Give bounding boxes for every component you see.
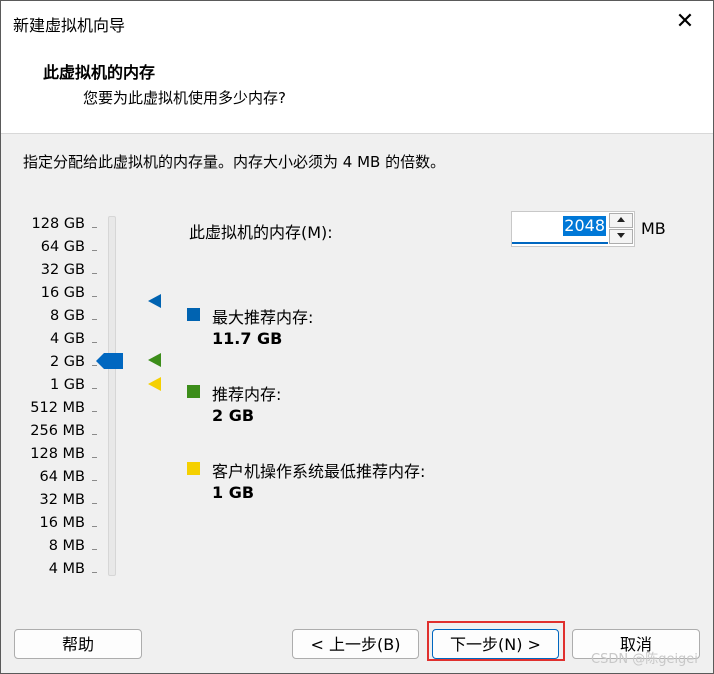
window-title: 新建虚拟机向导 [13, 16, 126, 35]
chevron-down-icon [617, 233, 625, 238]
scale-label: 16 MB [39, 515, 85, 531]
scale-tick [92, 250, 97, 251]
scale-tick [92, 549, 97, 550]
scale-label: 64 MB [39, 469, 85, 485]
scale-tick [92, 457, 97, 458]
chevron-up-icon [617, 217, 625, 222]
close-icon[interactable]: ✕ [673, 9, 697, 34]
scale-tick [92, 503, 97, 504]
scale-label: 8 MB [48, 538, 85, 554]
scale-tick [92, 273, 97, 274]
wizard-window: 新建虚拟机向导 ✕ 此虚拟机的内存 您要为此虚拟机使用多少内存? 指定分配给此虚… [0, 0, 714, 674]
guest-min-marker-icon [148, 377, 161, 391]
scale-label: 512 MB [30, 400, 85, 416]
scale-tick [92, 296, 97, 297]
scale-tick [92, 434, 97, 435]
max-recommended-value: 11.7 GB [212, 329, 283, 348]
scale-label: 4 GB [49, 331, 85, 347]
watermark: CSDN @陈geigei [591, 652, 698, 667]
scale-label: 64 GB [40, 239, 85, 255]
next-button[interactable]: 下一步(N) > [432, 629, 559, 659]
recommended-label: 推荐内存: [212, 385, 282, 404]
scale-tick [92, 411, 97, 412]
title-bar: 新建虚拟机向导 ✕ [1, 1, 713, 45]
scale-label: 32 MB [39, 492, 85, 508]
scale-tick [92, 526, 97, 527]
scale-tick [92, 480, 97, 481]
scale-tick [92, 388, 97, 389]
memory-unit: MB [641, 219, 666, 238]
scale-label: 32 GB [40, 262, 85, 278]
help-button[interactable]: 帮助 [14, 629, 142, 659]
memory-spinbox[interactable]: 2048 [511, 211, 635, 247]
recommended-swatch [187, 385, 200, 398]
guest-min-label: 客户机操作系统最低推荐内存: [212, 462, 426, 481]
wizard-header: 此虚拟机的内存 您要为此虚拟机使用多少内存? [1, 45, 713, 134]
increment-button[interactable] [609, 213, 633, 228]
recommended-marker-icon [148, 353, 161, 367]
recommended-value: 2 GB [212, 406, 255, 425]
scale-label: 16 GB [40, 285, 85, 301]
scale-label: 1 GB [49, 377, 85, 393]
memory-label: 此虚拟机的内存(M): [189, 223, 333, 242]
page-subtitle: 您要为此虚拟机使用多少内存? [83, 89, 286, 107]
decrement-button[interactable] [609, 229, 633, 244]
memory-value[interactable]: 2048 [563, 216, 606, 236]
max-recommended-swatch [187, 308, 200, 321]
memory-slider-track[interactable] [108, 216, 116, 576]
scale-tick [92, 227, 97, 228]
page-title: 此虚拟机的内存 [43, 63, 156, 82]
max-recommended-label: 最大推荐内存: [212, 308, 314, 327]
guest-min-value: 1 GB [212, 483, 255, 502]
scale-tick [92, 342, 97, 343]
scale-tick [92, 572, 97, 573]
memory-slider-thumb[interactable] [96, 353, 124, 369]
scale-tick [92, 319, 97, 320]
instructions-text: 指定分配给此虚拟机的内存量。内存大小必须为 4 MB 的倍数。 [23, 153, 446, 171]
scale-label: 8 GB [49, 308, 85, 324]
guest-min-swatch [187, 462, 200, 475]
scale-label: 4 MB [48, 561, 85, 577]
back-button[interactable]: < 上一步(B) [292, 629, 419, 659]
scale-label: 128 MB [30, 446, 85, 462]
max-recommended-marker-icon [148, 294, 161, 308]
scale-label: 256 MB [30, 423, 85, 439]
scale-label: 128 GB [31, 216, 85, 232]
scale-label: 2 GB [49, 354, 85, 370]
